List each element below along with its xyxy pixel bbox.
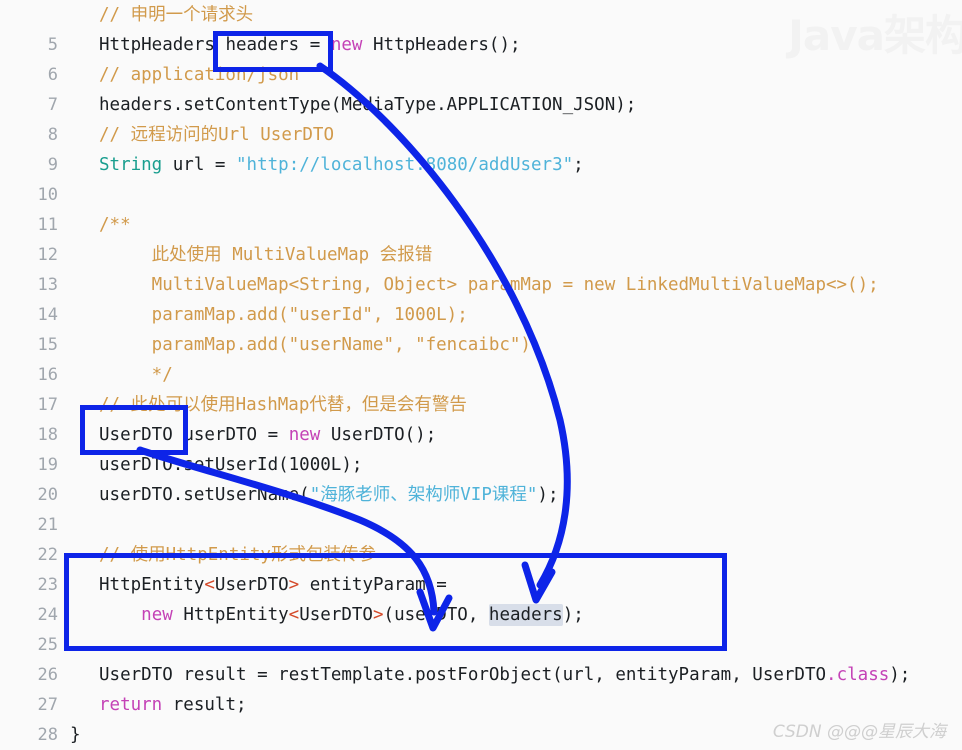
code-line-22[interactable]: 22 — [0, 510, 962, 565]
line-source[interactable]: headers.setContentType(MediaType.APPLICA… — [99, 90, 636, 120]
code-line-7[interactable]: 7 // application/json — [0, 60, 962, 115]
line-source[interactable]: // 申明一个请求头 — [99, 0, 253, 30]
code-line-15[interactable]: 15 paramMap.add("userId", 1000L); — [0, 300, 962, 355]
line-source[interactable]: } — [70, 720, 81, 750]
line-source[interactable]: paramMap.add("userName", "fencaibc"); — [99, 330, 542, 360]
code-line-14[interactable]: 14 MultiValueMap<String, Object> paramMa… — [0, 270, 962, 325]
code-line-10[interactable]: 10 String url = "http://localhost:8080/a… — [0, 150, 962, 205]
line-source[interactable]: paramMap.add("userId", 1000L); — [99, 300, 468, 330]
headers-declaration-box — [213, 31, 333, 72]
line-source[interactable]: return result; — [99, 690, 247, 720]
line-source[interactable]: // 远程访问的Url UserDTO — [99, 120, 334, 150]
userdto-declaration-box — [80, 405, 188, 455]
code-line-8[interactable]: 8 headers.setContentType(MediaType.APPLI… — [0, 90, 962, 145]
line-source[interactable]: /** — [99, 210, 131, 240]
line-source[interactable]: UserDTO result = restTemplate.postForObj… — [99, 660, 910, 690]
code-line-16[interactable]: 16 paramMap.add("userName", "fencaibc"); — [0, 330, 962, 385]
code-line-21[interactable]: 21 userDTO.setUserName("海豚老师、架构师VIP课程"); — [0, 480, 962, 535]
code-line-12[interactable]: 12 /** — [0, 210, 962, 265]
line-source[interactable]: String url = "http://localhost:8080/addU… — [99, 150, 584, 180]
csdn-author-watermark: CSDN @@@星辰大海 — [772, 722, 946, 742]
line-source[interactable]: userDTO.setUserName("海豚老师、架构师VIP课程"); — [99, 480, 558, 510]
code-line-9[interactable]: 9 // 远程访问的Url UserDTO — [0, 120, 962, 175]
line-source[interactable]: */ — [99, 360, 173, 390]
code-line-27[interactable]: 27 UserDTO result = restTemplate.postFor… — [0, 660, 962, 715]
java-architecture-watermark: Java架构 — [788, 11, 962, 60]
code-line-11[interactable]: 11 — [0, 180, 962, 235]
code-line-17[interactable]: 17 */ — [0, 360, 962, 415]
httpentity-block-box — [64, 553, 727, 651]
line-source[interactable]: 此处使用 MultiValueMap 会报错 — [99, 240, 433, 270]
code-screenshot: 5 // 申明一个请求头 6 HttpHeaders headers = new… — [0, 0, 962, 750]
code-line-28[interactable]: 28 return result; — [0, 690, 962, 745]
code-line-13[interactable]: 13 此处使用 MultiValueMap 会报错 — [0, 240, 962, 295]
line-source[interactable]: MultiValueMap<String, Object> paramMap =… — [99, 270, 879, 300]
